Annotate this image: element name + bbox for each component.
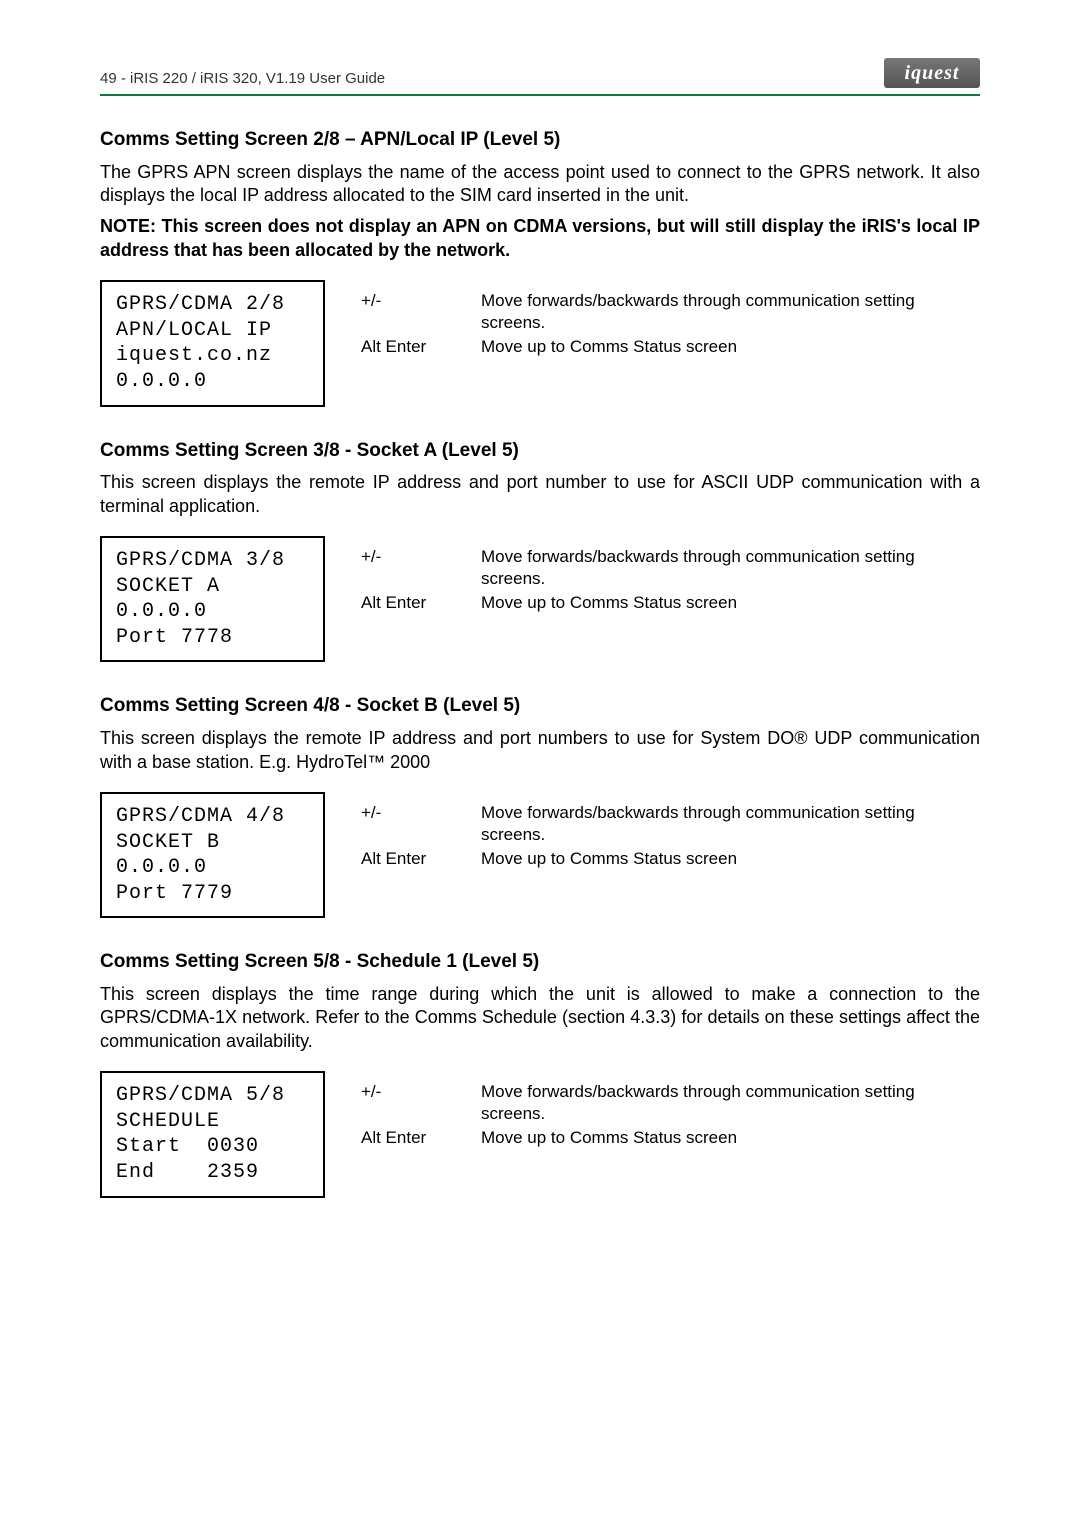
key-descriptions: +/- Move forwards/backwards through comm… <box>361 1081 980 1151</box>
section-body: The GPRS APN screen displays the name of… <box>100 161 980 208</box>
key-row: Alt Enter Move up to Comms Status screen <box>361 848 980 872</box>
header-rule <box>100 94 980 96</box>
key-descriptions: +/- Move forwards/backwards through comm… <box>361 802 980 872</box>
section-row: GPRS/CDMA 4/8 SOCKET B 0.0.0.0 Port 7779… <box>100 792 980 918</box>
key-desc-text: Move forwards/backwards through communic… <box>481 290 980 336</box>
section-body: This screen displays the remote IP addre… <box>100 471 980 518</box>
key-row: +/- Move forwards/backwards through comm… <box>361 290 980 336</box>
key-row: +/- Move forwards/backwards through comm… <box>361 802 980 848</box>
lcd-screen: GPRS/CDMA 5/8 SCHEDULE Start 0030 End 23… <box>100 1071 325 1197</box>
key-desc-text: Move up to Comms Status screen <box>481 1127 980 1151</box>
key-desc-text: Move forwards/backwards through communic… <box>481 1081 980 1127</box>
key-desc-text: Move up to Comms Status screen <box>481 336 980 360</box>
key-name: +/- <box>361 1081 481 1127</box>
key-desc-text: Move up to Comms Status screen <box>481 848 980 872</box>
section-row: GPRS/CDMA 5/8 SCHEDULE Start 0030 End 23… <box>100 1071 980 1197</box>
section-title: Comms Setting Screen 3/8 - Socket A (Lev… <box>100 439 980 464</box>
key-row: +/- Move forwards/backwards through comm… <box>361 1081 980 1127</box>
section-title: Comms Setting Screen 2/8 – APN/Local IP … <box>100 128 980 153</box>
key-desc-text: Move up to Comms Status screen <box>481 592 980 616</box>
key-row: Alt Enter Move up to Comms Status screen <box>361 592 980 616</box>
key-descriptions: +/- Move forwards/backwards through comm… <box>361 290 980 360</box>
key-name: Alt Enter <box>361 592 481 616</box>
key-desc-text: Move forwards/backwards through communic… <box>481 546 980 592</box>
header-left: 49 - iRIS 220 / iRIS 320, V1.19 User Gui… <box>100 69 385 89</box>
key-descriptions: +/- Move forwards/backwards through comm… <box>361 546 980 616</box>
section-title: Comms Setting Screen 4/8 - Socket B (Lev… <box>100 694 980 719</box>
key-name: Alt Enter <box>361 336 481 360</box>
brand-logo: iquest <box>884 58 980 88</box>
key-name: Alt Enter <box>361 848 481 872</box>
section-title: Comms Setting Screen 5/8 - Schedule 1 (L… <box>100 950 980 975</box>
key-desc-text: Move forwards/backwards through communic… <box>481 802 980 848</box>
key-row: Alt Enter Move up to Comms Status screen <box>361 336 980 360</box>
section-body: This screen displays the remote IP addre… <box>100 727 980 774</box>
section-row: GPRS/CDMA 3/8 SOCKET A 0.0.0.0 Port 7778… <box>100 536 980 662</box>
key-row: Alt Enter Move up to Comms Status screen <box>361 1127 980 1151</box>
lcd-screen: GPRS/CDMA 2/8 APN/LOCAL IP iquest.co.nz … <box>100 280 325 406</box>
section-body: This screen displays the time range duri… <box>100 983 980 1053</box>
key-name: +/- <box>361 290 481 336</box>
key-row: +/- Move forwards/backwards through comm… <box>361 546 980 592</box>
section-note: NOTE: This screen does not display an AP… <box>100 215 980 262</box>
lcd-screen: GPRS/CDMA 3/8 SOCKET A 0.0.0.0 Port 7778 <box>100 536 325 662</box>
key-name: +/- <box>361 802 481 848</box>
section-row: GPRS/CDMA 2/8 APN/LOCAL IP iquest.co.nz … <box>100 280 980 406</box>
key-name: +/- <box>361 546 481 592</box>
page-header: 49 - iRIS 220 / iRIS 320, V1.19 User Gui… <box>100 58 980 92</box>
lcd-screen: GPRS/CDMA 4/8 SOCKET B 0.0.0.0 Port 7779 <box>100 792 325 918</box>
key-name: Alt Enter <box>361 1127 481 1151</box>
